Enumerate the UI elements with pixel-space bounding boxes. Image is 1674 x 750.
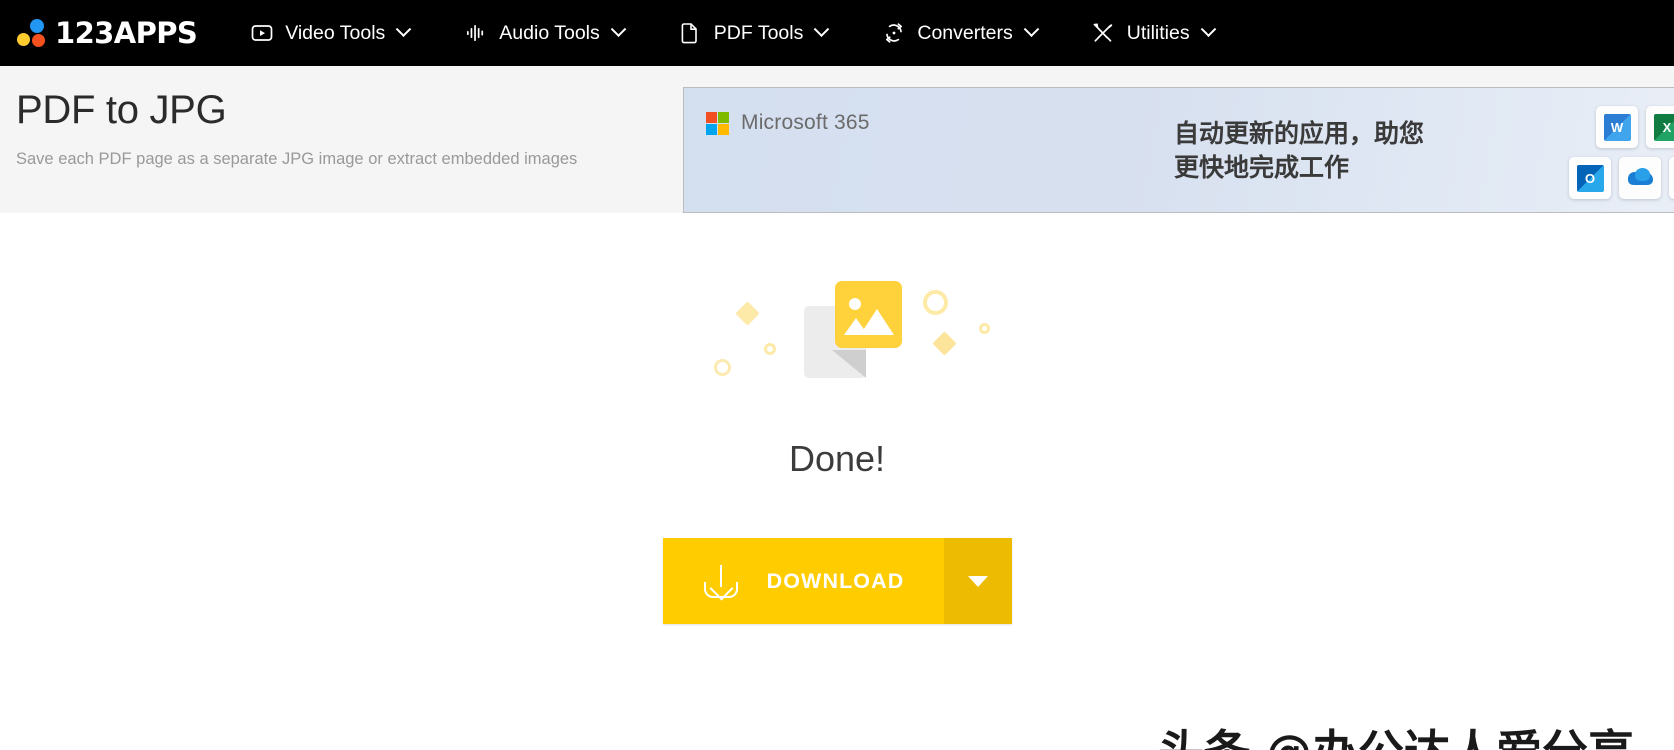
image-icon [835, 281, 902, 348]
logo-text: 123APPS [55, 16, 198, 50]
chevron-down-icon [396, 20, 412, 37]
video-play-icon [249, 21, 274, 46]
onedrive-icon [1619, 157, 1661, 199]
download-button-group: DOWNLOAD [662, 538, 1012, 624]
onenote-icon [1669, 157, 1674, 199]
nav-items: Video Tools Audio Tools PDF Tools Conver… [249, 20, 1267, 46]
chevron-down-icon [610, 20, 627, 37]
main-content: Done! DOWNLOAD 头条 @办公达人爱分享 [0, 273, 1674, 750]
ms-brand-label: Microsoft 365 [741, 111, 870, 134]
audio-waveform-icon [463, 21, 488, 46]
image-file-illustration [687, 273, 990, 393]
ms-apps-row-top: W X P [1596, 106, 1674, 148]
decor-x-right [932, 331, 957, 356]
download-arrow-icon [702, 562, 740, 601]
download-button[interactable]: DOWNLOAD [662, 538, 944, 624]
document-icon [678, 21, 703, 46]
nav-item-utilities[interactable]: Utilities [1091, 20, 1216, 46]
nav-item-video-tools[interactable]: Video Tools [249, 20, 412, 46]
tools-cross-icon [1091, 21, 1116, 46]
nav-item-audio-tools[interactable]: Audio Tools [463, 20, 627, 46]
status-text: Done! [788, 438, 886, 479]
page-header: PDF to JPG Save each PDF page as a separ… [0, 66, 1674, 213]
decor-ring-bottom-left [714, 359, 731, 376]
chevron-down-icon [1023, 20, 1040, 37]
banner-headline: 自动更新的应用，助您 更快地完成工作 [1174, 117, 1424, 185]
chevron-down-icon [814, 20, 830, 37]
word-icon: W [1596, 106, 1638, 148]
top-navigation-bar: 123APPS Video Tools Audio Tools PDF Tool… [0, 0, 1674, 66]
decor-ring-small-right [979, 323, 990, 334]
nav-item-label: Video Tools [285, 21, 386, 44]
decor-ring-small-left [764, 343, 776, 355]
nav-item-label: Audio Tools [499, 21, 600, 44]
nav-item-label: PDF Tools [713, 21, 804, 44]
nav-item-converters[interactable]: Converters [881, 20, 1040, 46]
decor-x-left [735, 301, 760, 326]
logo-dots-icon [16, 18, 46, 48]
refresh-circle-icon [881, 21, 906, 46]
download-options-dropdown-button[interactable] [943, 538, 1012, 624]
ms-brand: Microsoft 365 [706, 111, 870, 135]
chevron-down-icon [1200, 20, 1216, 37]
decor-ring-top-right [923, 290, 948, 315]
watermark-text: 头条 @办公达人爱分享 [1158, 716, 1634, 750]
outlook-icon: O [1569, 157, 1611, 199]
download-area: DOWNLOAD [0, 538, 1674, 624]
microsoft-365-ad-banner[interactable]: Microsoft 365 W X P O T [683, 87, 1674, 213]
logo-123apps[interactable]: 123APPS [16, 16, 198, 50]
image-mountain-shape [844, 309, 894, 335]
download-button-label: DOWNLOAD [766, 568, 905, 593]
banner-headline-line-1: 自动更新的应用，助您 [1174, 119, 1425, 148]
nav-item-pdf-tools[interactable]: PDF Tools [678, 20, 830, 46]
nav-item-label: Converters [917, 21, 1013, 44]
caret-down-icon [967, 575, 988, 587]
excel-icon: X [1646, 106, 1674, 148]
microsoft-logo-icon [706, 111, 729, 135]
nav-item-label: Utilities [1126, 21, 1190, 44]
ms-apps-row-bottom: O T [1569, 157, 1674, 199]
banner-headline-line-2: 更快地完成工作 [1174, 152, 1350, 182]
